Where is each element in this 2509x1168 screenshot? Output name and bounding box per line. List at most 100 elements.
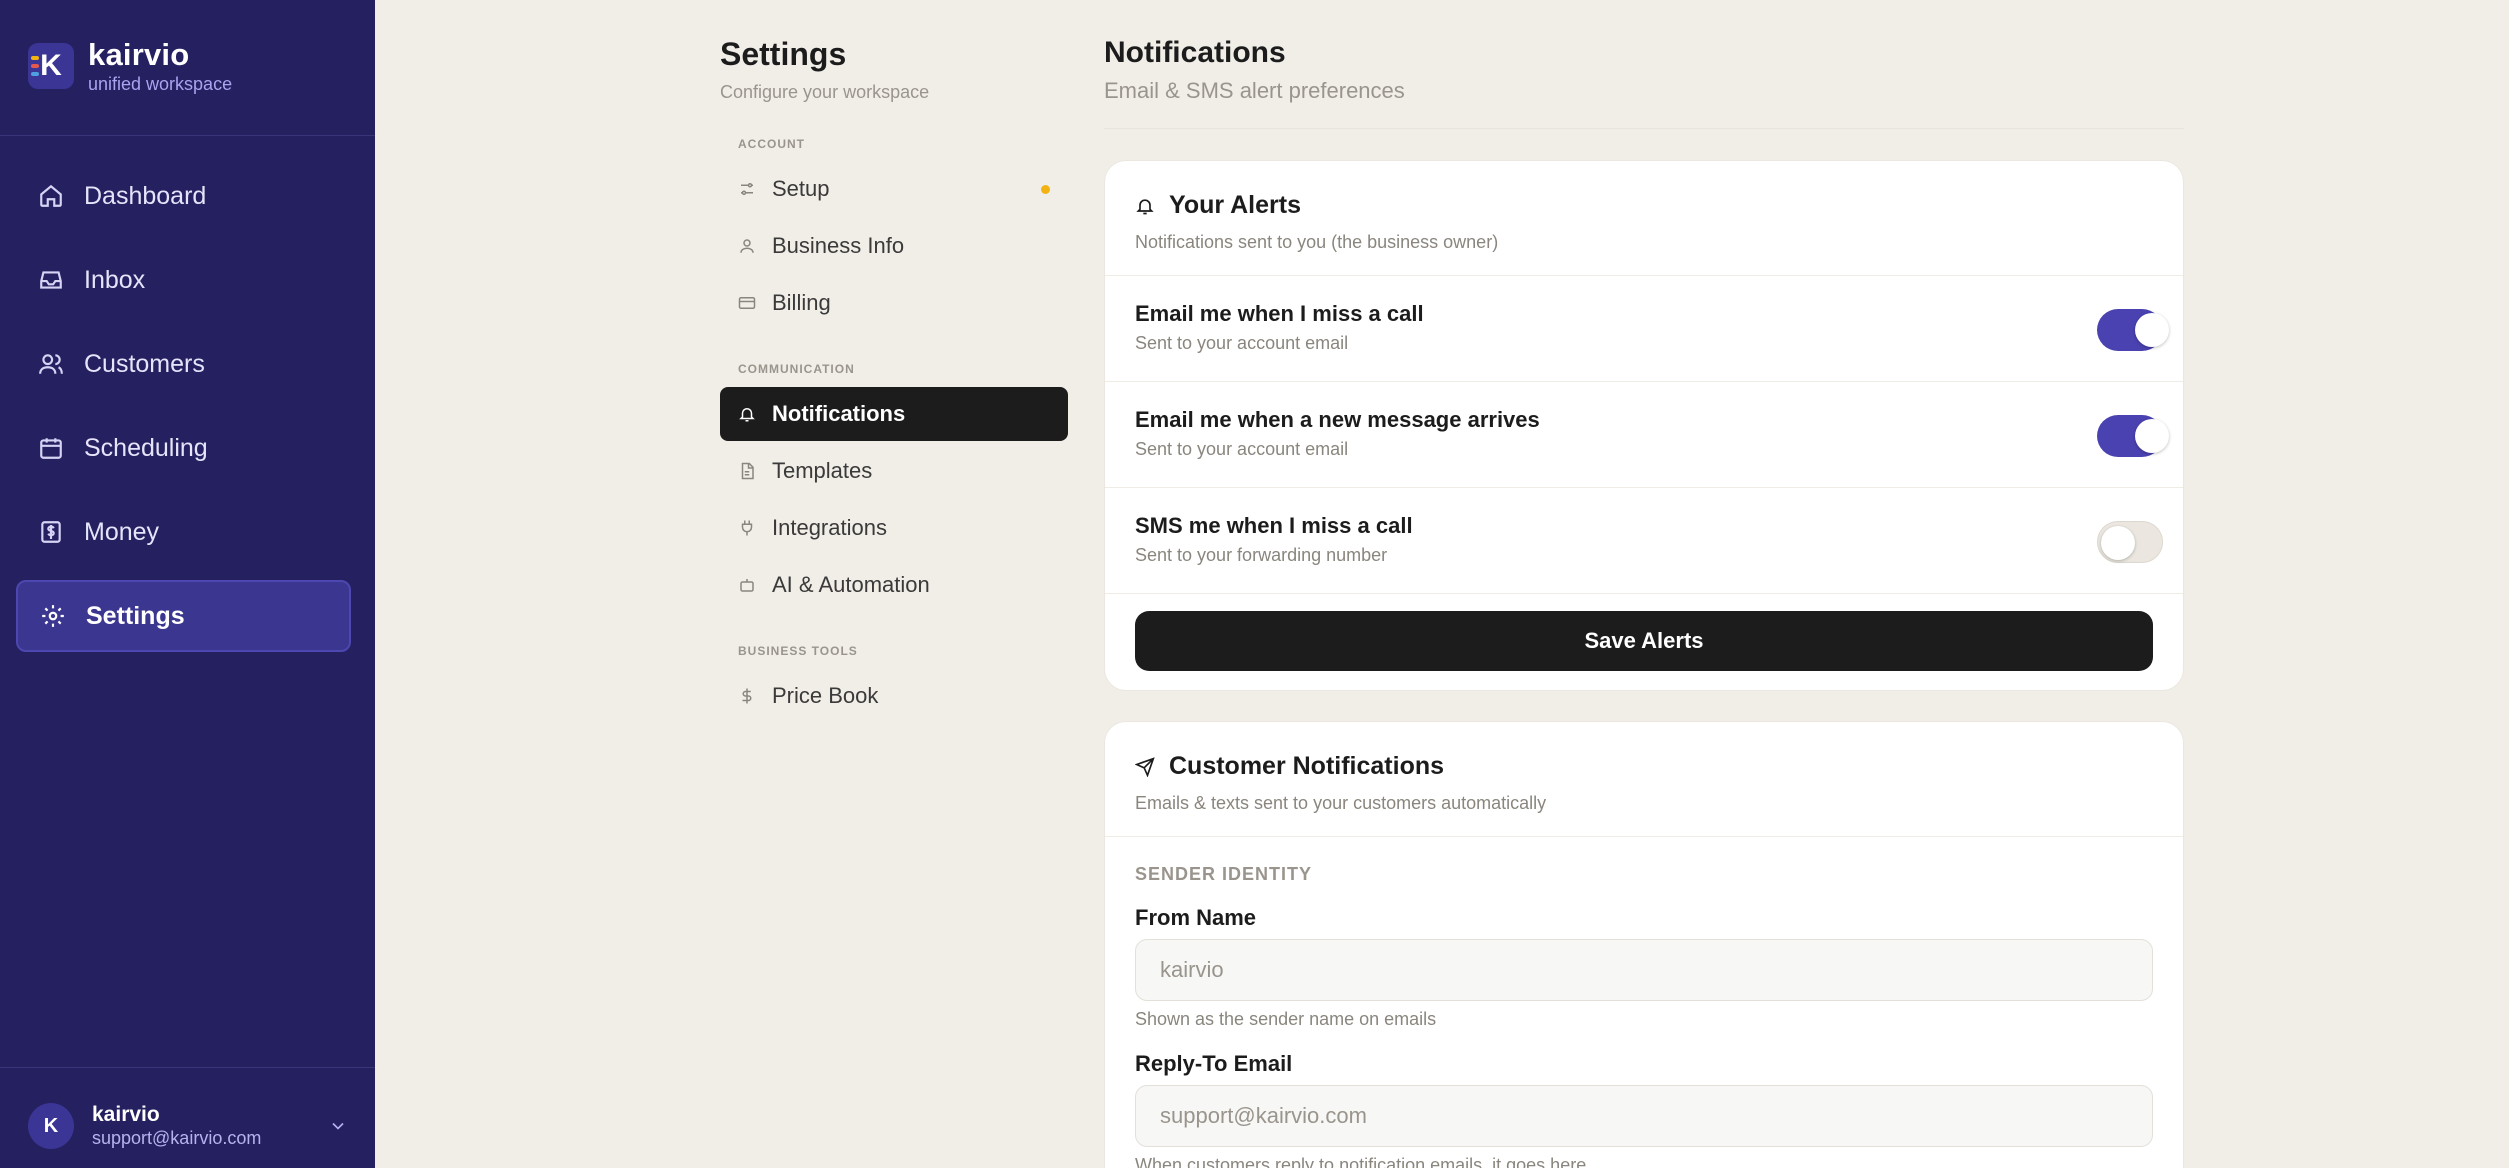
divider bbox=[1105, 836, 2183, 837]
nav-item-scheduling[interactable]: Scheduling bbox=[16, 412, 351, 484]
alerts-card: Your Alerts Notifications sent to you (t… bbox=[1104, 160, 2184, 691]
from-name-help: Shown as the sender name on emails bbox=[1135, 1009, 1437, 1029]
file-icon bbox=[741, 462, 754, 480]
page-title: Notifications bbox=[1104, 36, 1286, 69]
customer-notifications-title: Customer Notifications bbox=[1169, 752, 1445, 780]
toggle-knob bbox=[2101, 526, 2135, 560]
alerts-subtitle: Notifications sent to you (the business … bbox=[1135, 232, 1499, 252]
nav-item-label: Dashboard bbox=[84, 181, 207, 210]
send-icon bbox=[1135, 756, 1155, 777]
brand-tagline: unified workspace bbox=[88, 74, 233, 94]
customer-notifications-card: Customer Notifications Emails & texts se… bbox=[1104, 721, 2184, 1168]
gear-icon bbox=[42, 605, 64, 627]
settings-subtitle: Configure your workspace bbox=[720, 82, 930, 102]
section-label-communication: COMMUNICATION bbox=[738, 362, 855, 376]
alert-title: Email me when I miss a call bbox=[1135, 301, 1424, 326]
settings-item-label: Price Book bbox=[772, 683, 879, 708]
nav-item-label: Inbox bbox=[84, 265, 146, 294]
nav-item-label: Money bbox=[84, 517, 160, 546]
reply-to-email-input[interactable] bbox=[1135, 1085, 2153, 1147]
alert-row-missed-call-email: Email me when I miss a call Sent to your… bbox=[1135, 275, 2169, 381]
alert-title: Email me when a new message arrives bbox=[1135, 407, 1540, 432]
card-title: Customer Notifications bbox=[1135, 752, 2153, 781]
alert-row-missed-call-sms: SMS me when I miss a call Sent to your f… bbox=[1135, 487, 2163, 593]
users-icon bbox=[39, 354, 63, 374]
settings-item-integrations[interactable]: Integrations bbox=[720, 501, 1068, 555]
page-subtitle: Email & SMS alert preferences bbox=[1104, 78, 1405, 103]
home-icon bbox=[40, 184, 62, 207]
main-nav: Dashboard Inbox Customers Scheduling Mon… bbox=[16, 160, 351, 664]
robot-icon bbox=[740, 579, 754, 592]
missed-call-sms-toggle[interactable] bbox=[2097, 521, 2163, 563]
settings-item-notifications[interactable]: Notifications bbox=[720, 387, 1068, 441]
account-switcher[interactable]: K kairvio support@kairvio.com bbox=[28, 1100, 348, 1152]
inbox-icon bbox=[40, 271, 62, 289]
user-icon bbox=[740, 239, 754, 253]
alert-title: SMS me when I miss a call bbox=[1135, 513, 1413, 538]
account-email: support@kairvio.com bbox=[92, 1128, 262, 1148]
divider bbox=[1104, 128, 2184, 129]
settings-item-label: Integrations bbox=[772, 515, 887, 540]
customer-notifications-subtitle: Emails & texts sent to your customers au… bbox=[1135, 793, 1547, 813]
settings-item-templates[interactable]: Templates bbox=[720, 444, 1068, 498]
dollar-icon bbox=[742, 688, 752, 704]
nav-item-dashboard[interactable]: Dashboard bbox=[16, 160, 351, 232]
sender-identity-label: SENDER IDENTITY bbox=[1135, 864, 1313, 884]
from-name-input[interactable] bbox=[1135, 939, 2153, 1001]
alert-subtitle: Sent to your account email bbox=[1135, 333, 1349, 353]
brand-logo: K bbox=[28, 43, 74, 89]
brand-name: kairvio bbox=[88, 37, 190, 72]
nav-item-label: Scheduling bbox=[84, 433, 208, 462]
nav-item-label: Settings bbox=[86, 601, 185, 630]
alert-subtitle: Sent to your account email bbox=[1135, 439, 1349, 459]
new-message-email-toggle[interactable] bbox=[2097, 415, 2169, 457]
toggle-knob bbox=[2135, 313, 2169, 347]
section-label-business-tools: BUSINESS TOOLS bbox=[738, 644, 858, 658]
settings-item-label: Setup bbox=[772, 176, 830, 201]
alerts-title: Your Alerts bbox=[1169, 191, 1301, 219]
section-label-account: ACCOUNT bbox=[738, 137, 805, 151]
missed-call-email-toggle[interactable] bbox=[2097, 309, 2169, 351]
bell-icon bbox=[1136, 198, 1154, 214]
attention-dot bbox=[1041, 185, 1050, 194]
settings-item-price-book[interactable]: Price Book bbox=[720, 669, 1068, 723]
alert-subtitle: Sent to your forwarding number bbox=[1135, 545, 1388, 565]
sidebar-divider bbox=[0, 135, 375, 136]
logo-bars-icon bbox=[31, 56, 39, 76]
bell-icon bbox=[739, 408, 755, 422]
settings-item-setup[interactable]: Setup bbox=[720, 162, 1068, 216]
nav-item-customers[interactable]: Customers bbox=[16, 328, 351, 400]
reply-to-label: Reply-To Email bbox=[1135, 1051, 1293, 1076]
nav-item-inbox[interactable]: Inbox bbox=[16, 244, 351, 316]
calendar-icon bbox=[40, 438, 62, 459]
settings-title: Settings bbox=[720, 36, 847, 72]
settings-item-business-info[interactable]: Business Info bbox=[720, 219, 1068, 273]
nav-item-label: Customers bbox=[84, 349, 205, 378]
account-name: kairvio bbox=[92, 1103, 160, 1126]
settings-item-label: AI & Automation bbox=[772, 572, 930, 597]
settings-item-billing[interactable]: Billing bbox=[720, 276, 1068, 330]
credit-card-icon bbox=[738, 297, 756, 309]
settings-item-label: Notifications bbox=[772, 401, 906, 426]
save-alerts-button[interactable]: Save Alerts bbox=[1135, 611, 2153, 671]
avatar: K bbox=[28, 1103, 74, 1149]
plug-icon bbox=[741, 520, 753, 536]
nav-item-money[interactable]: Money bbox=[16, 496, 351, 568]
settings-item-label: Business Info bbox=[772, 233, 905, 258]
card-title: Your Alerts bbox=[1135, 191, 2153, 220]
alert-row-new-message-email: Email me when a new message arrives Sent… bbox=[1135, 381, 2169, 487]
settings-item-label: Templates bbox=[772, 458, 873, 483]
app-sidebar: K kairvio unified workspace Dashboard In… bbox=[0, 0, 375, 1168]
settings-item-label: Billing bbox=[772, 290, 831, 315]
sidebar-divider bbox=[0, 1067, 375, 1068]
logo-letter: K bbox=[40, 49, 62, 82]
settings-item-ai-automation[interactable]: AI & Automation bbox=[720, 558, 1068, 612]
nav-item-settings[interactable]: Settings bbox=[16, 580, 351, 652]
sliders-icon bbox=[741, 183, 753, 195]
dollar-receipt-icon bbox=[41, 521, 61, 543]
toggle-knob bbox=[2135, 419, 2169, 453]
chevron-down-icon[interactable] bbox=[328, 1116, 348, 1136]
reply-to-help: When customers reply to notification ema… bbox=[1135, 1155, 1587, 1168]
divider bbox=[1105, 593, 2183, 594]
brand[interactable]: K kairvio unified workspace bbox=[28, 36, 232, 96]
